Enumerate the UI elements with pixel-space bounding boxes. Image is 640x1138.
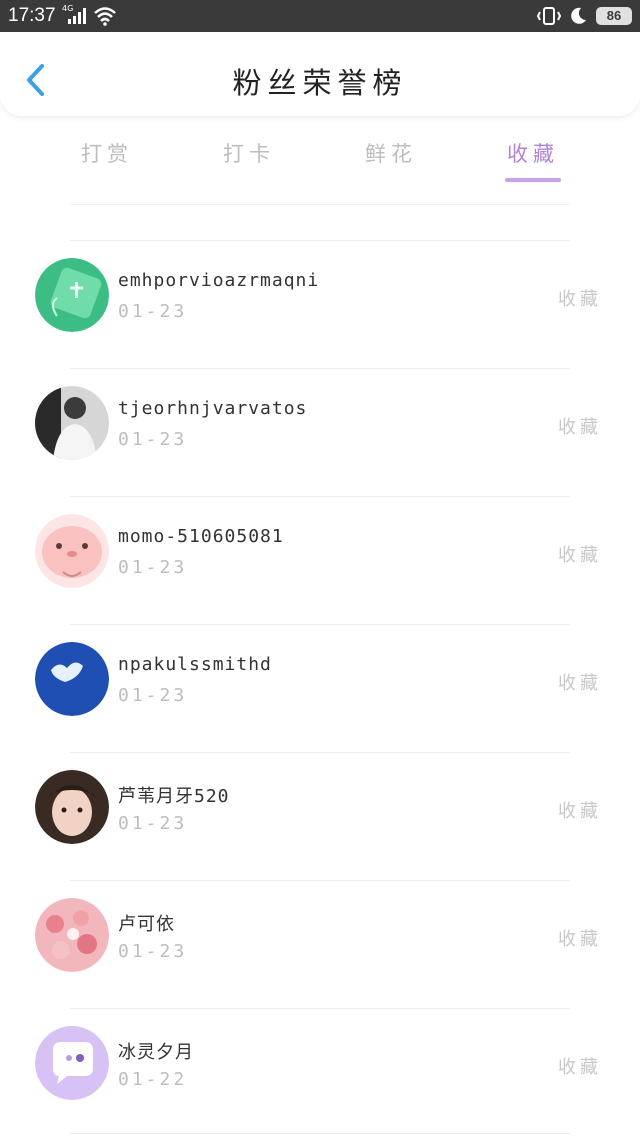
fan-date: 01-23 <box>118 557 188 578</box>
fan-row[interactable]: tjeorhnjvarvatos 01-23 收藏 <box>0 368 640 496</box>
vibrate-icon <box>537 7 561 25</box>
fan-name: momo-510605081 <box>118 526 284 547</box>
purple-chat-avatar <box>35 1026 109 1100</box>
fan-row[interactable]: 卢可依 01-23 收藏 <box>0 880 640 1008</box>
fan-name: emhporvioazrmaqni <box>118 270 320 291</box>
tab-bar: 打赏 打卡 鲜花 收藏 <box>0 130 640 190</box>
tab-checkin[interactable]: 打卡 <box>204 138 294 168</box>
fan-row[interactable]: 芦苇月牙520 01-23 收藏 <box>0 752 640 880</box>
fan-date: 01-23 <box>118 429 188 450</box>
blue-sky-cloud-avatar <box>35 642 109 716</box>
row-divider <box>70 752 570 753</box>
fan-row[interactable]: 冰灵夕月 01-22 收藏 <box>0 1008 640 1136</box>
fan-action-label: 收藏 <box>558 801 602 822</box>
row-divider <box>70 240 570 241</box>
girl-photo-avatar <box>35 770 109 844</box>
fan-action-label: 收藏 <box>558 417 602 438</box>
tab-flowers[interactable]: 鲜花 <box>346 138 436 168</box>
fan-date: 01-23 <box>118 941 188 962</box>
status-bar: 17:37 4G 86 <box>0 0 640 32</box>
fan-name: 卢可依 <box>118 914 175 935</box>
row-divider <box>70 880 570 881</box>
fan-row[interactable]: npakulssmithd 01-23 收藏 <box>0 624 640 752</box>
fan-name: tjeorhnjvarvatos <box>118 398 308 419</box>
fan-date: 01-23 <box>118 813 188 834</box>
fan-name: 冰灵夕月 <box>118 1042 194 1063</box>
tabs-divider <box>70 204 570 205</box>
pink-flowers-avatar <box>35 898 109 972</box>
fan-row[interactable]: momo-510605081 01-23 收藏 <box>0 496 640 624</box>
row-divider <box>70 1008 570 1009</box>
row-divider <box>70 1133 570 1134</box>
person-photo-avatar <box>35 386 109 460</box>
fan-action-label: 收藏 <box>558 289 602 310</box>
tab-reward[interactable]: 打赏 <box>62 138 152 168</box>
fan-list: emhporvioazrmaqni 01-23 收藏 tjeorhnjvarva… <box>0 240 640 1136</box>
row-divider <box>70 624 570 625</box>
status-time: 17:37 <box>8 5 56 26</box>
fan-name: 芦苇月牙520 <box>118 786 230 807</box>
signal-icon <box>68 8 86 24</box>
active-tab-indicator <box>505 178 561 182</box>
fan-row[interactable]: emhporvioazrmaqni 01-23 收藏 <box>0 240 640 368</box>
battery-indicator: 86 <box>596 7 632 25</box>
fan-date: 01-23 <box>118 301 188 322</box>
row-divider <box>70 368 570 369</box>
moon-icon <box>571 7 586 24</box>
pink-cartoon-avatar <box>35 514 109 588</box>
fan-action-label: 收藏 <box>558 673 602 694</box>
fan-date: 01-22 <box>118 1069 188 1090</box>
app-header: 粉丝荣誉榜 <box>0 32 640 116</box>
wifi-icon <box>94 7 116 26</box>
tab-favorites[interactable]: 收藏 <box>488 138 578 168</box>
fan-name: npakulssmithd <box>118 654 272 675</box>
row-divider <box>70 496 570 497</box>
fan-date: 01-23 <box>118 685 188 706</box>
fan-action-label: 收藏 <box>558 545 602 566</box>
page-title: 粉丝荣誉榜 <box>232 66 408 100</box>
green-gift-avatar <box>35 258 109 332</box>
fan-action-label: 收藏 <box>558 929 602 950</box>
fan-action-label: 收藏 <box>558 1057 602 1078</box>
